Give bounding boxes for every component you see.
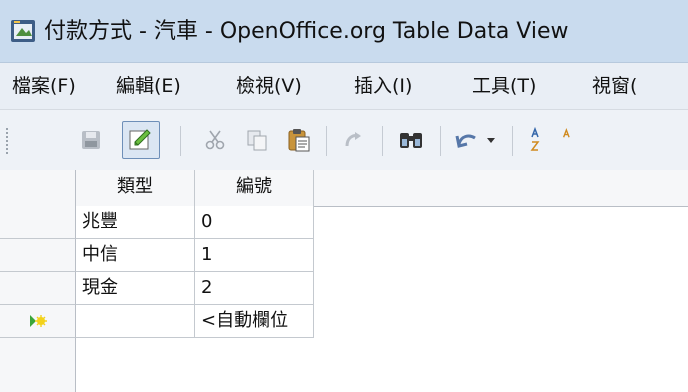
- copy-button[interactable]: [238, 121, 276, 159]
- copy-icon: [247, 130, 267, 151]
- menu-bar: 檔案(F) 編輯(E) 檢視(V) 插入(I) 工具(T) 視窗(: [0, 63, 688, 110]
- row-header[interactable]: [0, 239, 76, 272]
- paste-button[interactable]: [280, 121, 318, 159]
- column-header-type[interactable]: 類型: [76, 170, 195, 206]
- cell-type[interactable]: 現金: [76, 272, 195, 305]
- title-bar: 付款方式 - 汽車 - OpenOffice.org Table Data Vi…: [0, 0, 688, 63]
- cell-type[interactable]: 兆豐: [76, 206, 195, 239]
- corner-header[interactable]: [0, 170, 76, 206]
- redo-icon: [455, 134, 476, 148]
- menu-file[interactable]: 檔案(F): [12, 73, 76, 99]
- toolbar-separator: [326, 126, 327, 156]
- data-grid: 類型 編號 兆豐 0 中信 1 現金 2 <自動欄位: [0, 170, 688, 392]
- cut-button[interactable]: [196, 121, 234, 159]
- redo-dropdown-button[interactable]: [480, 121, 502, 159]
- row-header-filler: [0, 338, 76, 392]
- row-header-new[interactable]: [0, 305, 76, 338]
- app-icon: [11, 20, 35, 42]
- cell-id[interactable]: 2: [195, 272, 314, 305]
- edit-mode-icon: [129, 129, 151, 150]
- cell-id[interactable]: 1: [195, 239, 314, 272]
- toolbar: [0, 110, 688, 171]
- toolbar-grip[interactable]: [6, 128, 12, 154]
- find-icon: [400, 133, 422, 148]
- cell-id[interactable]: 0: [195, 206, 314, 239]
- menu-insert[interactable]: 插入(I): [354, 73, 412, 99]
- find-button[interactable]: [392, 121, 430, 159]
- cut-icon: [205, 130, 225, 150]
- edit-mode-button[interactable]: [122, 121, 160, 159]
- row-header[interactable]: [0, 272, 76, 305]
- save-icon: [82, 131, 100, 149]
- sort-ascending-icon: [530, 127, 540, 151]
- paste-icon: [288, 129, 310, 152]
- toolbar-separator: [180, 126, 181, 156]
- toolbar-separator: [440, 126, 441, 156]
- sort-descending-icon: [562, 128, 570, 138]
- cell-type[interactable]: [76, 305, 195, 338]
- toolbar-separator: [512, 126, 513, 156]
- save-button[interactable]: [72, 121, 110, 159]
- column-header-row: 類型 編號: [0, 170, 688, 207]
- menu-edit[interactable]: 編輯(E): [116, 73, 181, 99]
- menu-tools[interactable]: 工具(T): [472, 73, 536, 99]
- menu-view[interactable]: 檢視(V): [236, 73, 302, 99]
- row-header[interactable]: [0, 206, 76, 239]
- menu-window[interactable]: 視窗(: [592, 73, 637, 99]
- sort-descending-button[interactable]: [560, 121, 580, 159]
- sort-ascending-button[interactable]: [520, 121, 558, 159]
- undo-button[interactable]: [334, 121, 372, 159]
- dropdown-arrow-icon: [487, 138, 495, 143]
- window-title: 付款方式 - 汽車 - OpenOffice.org Table Data Vi…: [44, 19, 569, 44]
- undo-icon: [345, 132, 361, 147]
- column-header-id[interactable]: 編號: [195, 170, 314, 206]
- new-record-indicator-icon: [29, 315, 47, 327]
- cell-id[interactable]: <自動欄位: [195, 305, 314, 338]
- toolbar-separator: [382, 126, 383, 156]
- cell-type[interactable]: 中信: [76, 239, 195, 272]
